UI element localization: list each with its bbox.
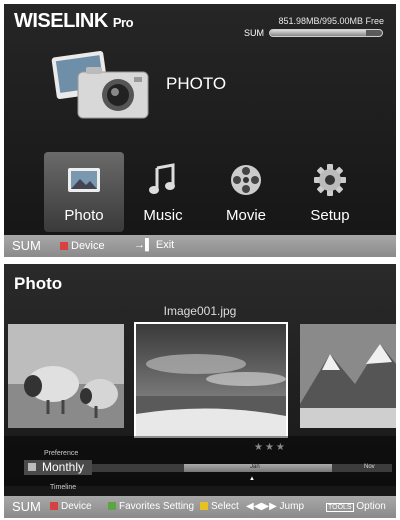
- sum-label: SUM: [12, 499, 41, 514]
- preference-label[interactable]: Preference: [44, 450, 78, 457]
- tools-key-icon: TOOLS: [326, 503, 354, 512]
- month-label-nov: Nov: [364, 464, 375, 470]
- favorites-setting-button[interactable]: Favorites Setting: [108, 501, 194, 512]
- sort-mode-selector[interactable]: Monthly: [24, 460, 92, 475]
- exit-icon: →▌: [134, 239, 153, 251]
- timeline-pointer-icon: ▲: [249, 476, 255, 482]
- select-button[interactable]: Select: [200, 501, 239, 512]
- device-button[interactable]: Device: [50, 501, 92, 512]
- exit-button[interactable]: →▌ Exit: [134, 239, 174, 251]
- music-note-icon: [149, 163, 175, 194]
- menu-label: Music: [143, 207, 183, 224]
- sum-label: SUM: [244, 28, 264, 38]
- selected-category-title: PHOTO: [166, 74, 227, 93]
- page-title: Photo: [14, 274, 63, 293]
- gear-icon: [314, 164, 346, 196]
- menu-item-movie[interactable]: Movie: [206, 152, 286, 232]
- month-label-jan: Jan: [250, 464, 260, 470]
- mountain-image: [300, 324, 396, 428]
- menu-label: Setup: [310, 207, 350, 224]
- photo-camera-icon: [51, 50, 149, 119]
- photo-browser-screen: Photo Image001.jpg ★★★ Preference Monthl…: [4, 264, 396, 518]
- calendar-icon: [28, 463, 36, 471]
- photo-thumbnail-next[interactable]: [300, 324, 396, 428]
- storage-usage-bar: [269, 29, 383, 37]
- seascape-image: [136, 324, 286, 436]
- photo-icon: [68, 168, 100, 192]
- rating-stars: ★★★: [254, 442, 287, 453]
- timeline-label[interactable]: Timeline: [50, 484, 76, 491]
- tools-option-button[interactable]: TOOLS Option: [326, 501, 386, 512]
- menu-item-photo[interactable]: Photo: [44, 152, 124, 232]
- device-button[interactable]: Device: [60, 240, 105, 252]
- sheep-image: [8, 324, 124, 428]
- menu-label: Photo: [64, 207, 104, 224]
- green-button-icon: [108, 502, 116, 511]
- film-reel-icon: [231, 165, 261, 195]
- menu-item-music[interactable]: Music: [123, 152, 203, 232]
- brand-title: WISELINK Pro: [14, 10, 134, 32]
- media-category-menu: Photo Music Movie Setup: [4, 152, 396, 232]
- status-bar: SUM Device Favorites Setting Select ◀◀▶▶…: [4, 496, 396, 518]
- skip-arrows-icon: ◀◀▶▶: [246, 501, 277, 512]
- menu-item-setup[interactable]: Setup: [290, 152, 370, 232]
- red-button-icon: [60, 242, 68, 251]
- menu-label: Movie: [225, 207, 266, 224]
- sum-label: SUM: [12, 238, 41, 253]
- red-button-icon: [50, 502, 58, 511]
- yellow-button-icon: [200, 502, 208, 511]
- photo-thumbnail-selected[interactable]: [134, 322, 288, 438]
- wiselink-home-screen: WISELINK Pro 851.98MB/995.00MB Free SUM …: [4, 4, 396, 257]
- jump-button[interactable]: ◀◀▶▶ Jump: [246, 501, 304, 512]
- photo-thumbnail-prev[interactable]: [8, 324, 124, 428]
- timeline-track[interactable]: Jan Nov: [92, 464, 392, 472]
- file-name: Image001.jpg: [163, 304, 237, 318]
- free-space-text: 851.98MB/995.00MB Free: [278, 16, 384, 26]
- status-bar: SUM Device →▌ Exit: [4, 235, 396, 257]
